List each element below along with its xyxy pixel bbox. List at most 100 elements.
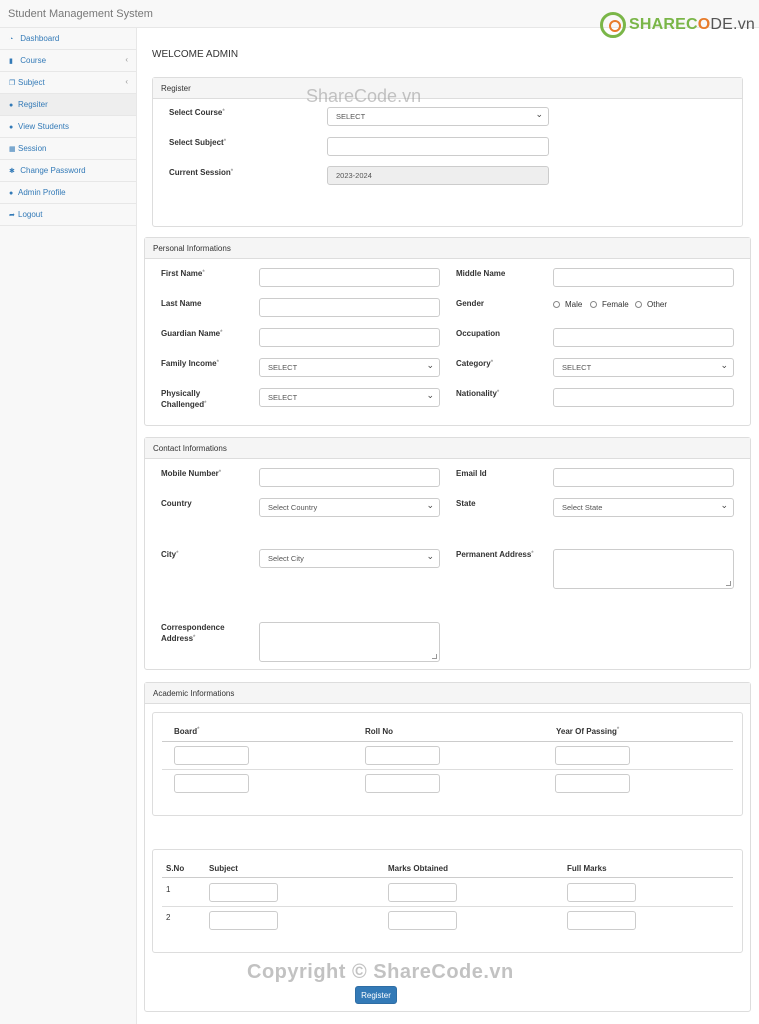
sharecode-logo-icon — [600, 12, 626, 38]
table-header-divider — [162, 741, 733, 742]
copy-icon: ❐ — [9, 80, 16, 87]
file-icon: ▮ — [9, 58, 13, 65]
correspondence-address-label: Correspondence Address* — [161, 623, 225, 643]
subject-label: Select Subject* — [169, 138, 227, 147]
academic-panel-heading: Academic Informations — [145, 683, 750, 704]
first-name-label: First Name* — [161, 269, 205, 278]
board-header: Board* — [174, 727, 200, 736]
occupation-label: Occupation — [456, 329, 501, 338]
register-submit-button[interactable]: Register — [355, 986, 397, 1004]
year-input-2[interactable] — [555, 774, 630, 793]
logout-icon: ➦ — [9, 212, 15, 219]
nationality-label: Nationality* — [456, 389, 500, 398]
income-select[interactable]: SELECT — [259, 358, 440, 377]
course-select[interactable]: SELECT — [327, 107, 549, 126]
sidebar: ◔ Dashboard ▮ Course ‹ ❐ Subject ‹ ● Regsite… — [0, 28, 137, 1024]
permanent-address-textarea[interactable] — [553, 549, 734, 589]
last-name-label: Last Name — [161, 299, 202, 308]
subject-input[interactable] — [327, 137, 549, 156]
marks-obtained-header: Marks Obtained — [388, 864, 449, 873]
year-of-passing-header: Year Of Passing* — [556, 727, 620, 736]
physically-challenged-label: Physically Challenged* — [161, 389, 207, 409]
row-number: 2 — [166, 913, 171, 922]
sidebar-item-view-students[interactable]: ● View Students — [0, 116, 136, 138]
marks-input-1[interactable] — [388, 883, 457, 902]
table-row-divider — [162, 906, 733, 907]
board-input-2[interactable] — [174, 774, 249, 793]
contact-panel-heading: Contact Informations — [145, 438, 750, 459]
full-marks-header: Full Marks — [567, 864, 607, 873]
state-select[interactable]: Select State — [553, 498, 734, 517]
table-row-divider — [162, 769, 733, 770]
mobile-label: Mobile Number* — [161, 469, 222, 478]
occupation-input[interactable] — [553, 328, 734, 347]
sidebar-item-logout[interactable]: ➦ Logout — [0, 204, 136, 226]
register-panel-heading: Register — [153, 78, 742, 99]
nationality-input[interactable] — [553, 388, 734, 407]
table-header-divider — [162, 877, 733, 878]
guardian-input[interactable] — [259, 328, 440, 347]
middle-name-input[interactable] — [553, 268, 734, 287]
last-name-input[interactable] — [259, 298, 440, 317]
year-input-1[interactable] — [555, 746, 630, 765]
sidebar-item-course[interactable]: ▮ Course ‹ — [0, 50, 136, 72]
board-input-1[interactable] — [174, 746, 249, 765]
page-title: WELCOME ADMIN — [152, 49, 239, 60]
country-label: Country — [161, 499, 192, 508]
marks-input-2[interactable] — [388, 911, 457, 930]
dashboard-icon: ◔ — [9, 36, 14, 43]
email-input[interactable] — [553, 468, 734, 487]
row-number: 1 — [166, 885, 171, 894]
user-icon: ● — [9, 102, 14, 109]
gender-radio-other[interactable]: Other — [635, 300, 667, 309]
city-label: City* — [161, 550, 179, 559]
course-label: Select Course* — [169, 108, 225, 117]
country-select[interactable]: Select Country — [259, 498, 440, 517]
watermark-top: ShareCode.vn — [306, 86, 422, 106]
physically-challenged-select[interactable]: SELECT — [259, 388, 440, 407]
watermark-copyright: Copyright © ShareCode.vn — [247, 961, 514, 983]
state-label: State — [456, 499, 476, 508]
sidebar-item-session[interactable]: ▦ Session — [0, 138, 136, 160]
full-marks-input-2[interactable] — [567, 911, 636, 930]
city-select[interactable]: Select City — [259, 549, 440, 568]
roll-no-input-2[interactable] — [365, 774, 440, 793]
full-marks-input-1[interactable] — [567, 883, 636, 902]
sharecode-logo: SHARECODE.vn — [600, 12, 755, 40]
roll-no-input-1[interactable] — [365, 746, 440, 765]
sidebar-item-register[interactable]: ● Regsiter — [0, 94, 136, 116]
logo-text: SHARECODE.vn — [629, 16, 755, 33]
chevron-left-icon: ‹ — [125, 55, 128, 64]
sno-header: S.No — [166, 864, 185, 873]
gender-label: Gender — [456, 299, 485, 308]
calendar-icon: ▦ — [9, 146, 16, 153]
personal-panel-heading: Personal Informations — [145, 238, 750, 259]
session-label: Current Session* — [169, 168, 234, 177]
app-title[interactable]: Student Management System — [8, 8, 153, 20]
middle-name-label: Middle Name — [456, 269, 506, 278]
guardian-label: Guardian Name* — [161, 329, 223, 338]
gender-radio-male[interactable]: Male — [553, 300, 582, 309]
sidebar-item-dashboard[interactable]: ◔ Dashboard — [0, 28, 136, 50]
sidebar-item-admin-profile[interactable]: ● Admin Profile — [0, 182, 136, 204]
sidebar-item-subject[interactable]: ❐ Subject ‹ — [0, 72, 136, 94]
permanent-address-label: Permanent Address* — [456, 550, 534, 559]
gear-icon: ✱ — [9, 168, 15, 175]
session-field: 2023-2024 — [327, 166, 549, 185]
mobile-input[interactable] — [259, 468, 440, 487]
category-label: Category* — [456, 359, 494, 368]
income-label: Family Income* — [161, 359, 219, 368]
subject-header: Subject — [209, 864, 238, 873]
subject-input-1[interactable] — [209, 883, 278, 902]
users-icon: ● — [9, 124, 14, 131]
subject-input-2[interactable] — [209, 911, 278, 930]
first-name-input[interactable] — [259, 268, 440, 287]
sidebar-item-change-password[interactable]: ✱ Change Password — [0, 160, 136, 182]
roll-no-header: Roll No — [365, 727, 393, 736]
email-label: Email Id — [456, 469, 487, 478]
category-select[interactable]: SELECT — [553, 358, 734, 377]
chevron-left-icon: ‹ — [125, 77, 128, 86]
gender-radio-female[interactable]: Female — [590, 300, 629, 309]
correspondence-address-textarea[interactable] — [259, 622, 440, 662]
user-icon: ● — [9, 190, 14, 197]
